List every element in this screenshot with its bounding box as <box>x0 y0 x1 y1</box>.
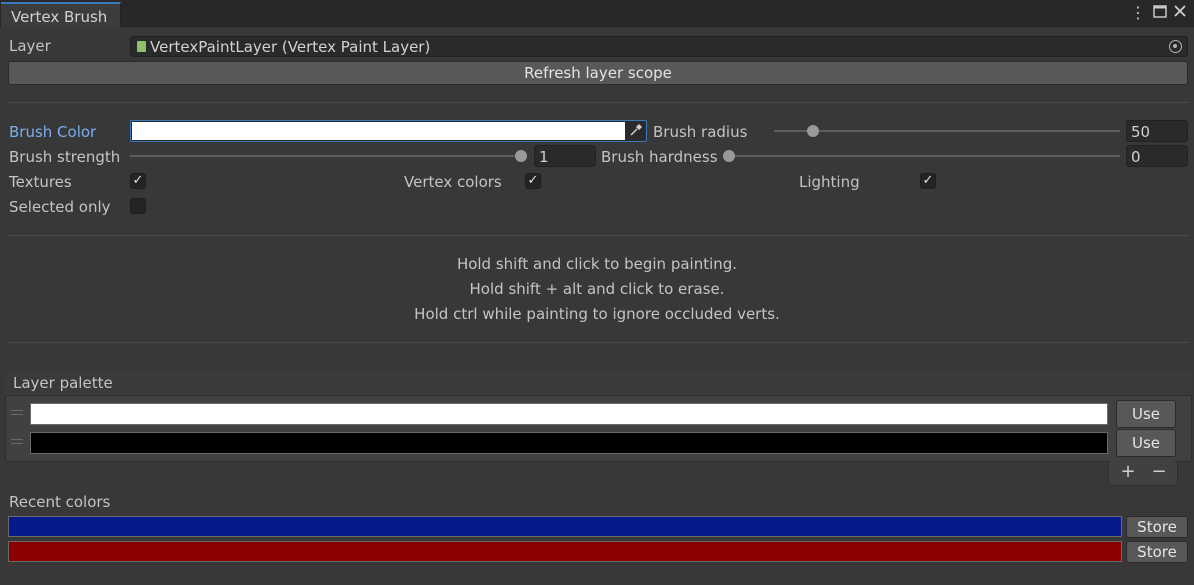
brush-color-label: Brush Color <box>9 123 97 141</box>
divider <box>8 102 1188 103</box>
brush-hardness-slider-track[interactable] <box>729 155 1120 157</box>
refresh-layer-scope-button[interactable]: Refresh layer scope <box>8 61 1188 85</box>
close-icon[interactable] <box>1170 3 1190 23</box>
brush-radius-label: Brush radius <box>653 123 748 141</box>
instruction-line: Hold shift + alt and click to erase. <box>469 280 725 298</box>
palette-color-swatch[interactable] <box>30 403 1108 425</box>
recent-color-swatch[interactable] <box>8 516 1122 537</box>
selected-only-label: Selected only <box>9 198 111 216</box>
brush-radius-slider-thumb[interactable] <box>807 125 819 137</box>
drag-handle-icon[interactable] <box>11 439 23 444</box>
brush-strength-slider-thumb[interactable] <box>515 150 527 162</box>
recent-color-swatch[interactable] <box>8 541 1122 562</box>
store-color-button[interactable]: Store <box>1126 516 1188 538</box>
palette-use-button[interactable]: Use <box>1116 429 1176 457</box>
drag-handle-icon[interactable] <box>11 410 23 415</box>
maximize-icon[interactable] <box>1150 3 1170 23</box>
palette-use-button[interactable]: Use <box>1116 400 1176 428</box>
brush-color-swatch <box>132 122 625 140</box>
instruction-line: Hold shift and click to begin painting. <box>456 255 738 273</box>
lighting-checkbox[interactable]: ✓ <box>920 173 936 189</box>
brush-strength-slider-track[interactable] <box>130 155 526 157</box>
brush-strength-input[interactable]: 1 <box>534 145 596 167</box>
textures-label: Textures <box>9 173 72 191</box>
divider <box>8 342 1188 343</box>
brush-radius-input[interactable]: 50 <box>1126 120 1188 142</box>
selected-only-checkbox[interactable] <box>130 198 146 214</box>
brush-hardness-label: Brush hardness <box>601 148 718 166</box>
kebab-menu-icon[interactable]: ⋮ <box>1128 3 1148 23</box>
lighting-label: Lighting <box>799 173 860 191</box>
brush-radius-slider-track[interactable] <box>774 130 1120 132</box>
vertex-colors-label: Vertex colors <box>404 173 502 191</box>
tab-vertex-brush[interactable]: Vertex Brush <box>1 2 121 27</box>
textures-checkbox[interactable]: ✓ <box>130 173 146 189</box>
eyedropper-icon[interactable] <box>627 122 645 140</box>
store-color-button[interactable]: Store <box>1126 541 1188 563</box>
layer-palette-title: Layer palette <box>13 374 113 392</box>
vertex-colors-checkbox[interactable]: ✓ <box>525 173 541 189</box>
tab-title: Vertex Brush <box>11 8 108 26</box>
add-palette-item-button[interactable]: + <box>1116 462 1140 482</box>
palette-list-footer: + − <box>1108 460 1178 486</box>
script-asset-icon <box>137 41 146 52</box>
layer-object-field[interactable]: VertexPaintLayer (Vertex Paint Layer) <box>130 36 1188 57</box>
window-tab-bar <box>0 0 1194 27</box>
instruction-line: Hold ctrl while painting to ignore occlu… <box>414 305 780 323</box>
recent-colors-label: Recent colors <box>9 493 111 511</box>
brush-hardness-input[interactable]: 0 <box>1126 145 1188 167</box>
brush-hardness-slider-thumb[interactable] <box>723 150 735 162</box>
palette-color-swatch[interactable] <box>30 432 1108 454</box>
layer-label: Layer <box>9 37 51 55</box>
divider <box>8 235 1188 236</box>
brush-color-field[interactable] <box>130 120 647 142</box>
layer-object-value: VertexPaintLayer (Vertex Paint Layer) <box>150 38 431 56</box>
remove-palette-item-button[interactable]: − <box>1147 462 1171 482</box>
layer-palette-header: Layer palette <box>5 371 1192 396</box>
object-picker-icon[interactable] <box>1169 40 1182 53</box>
brush-strength-label: Brush strength <box>9 148 121 166</box>
